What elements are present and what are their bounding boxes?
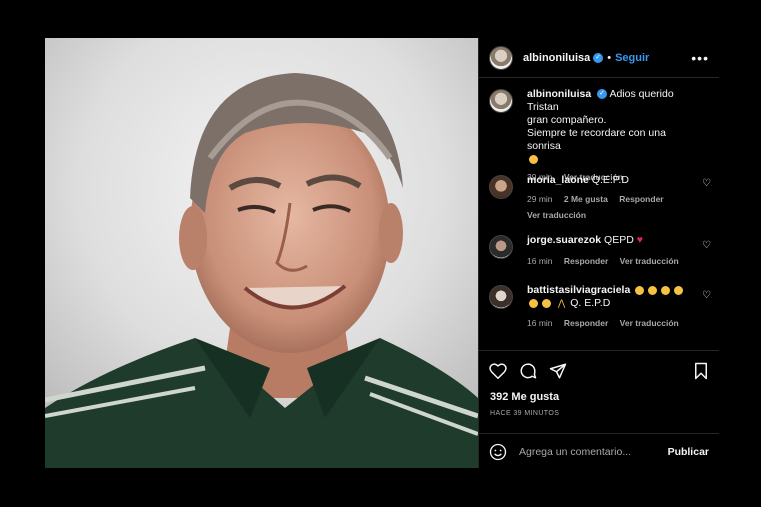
comment-username[interactable]: moria_laone: [527, 174, 589, 186]
comment-translate-link[interactable]: Ver traducción: [620, 256, 679, 266]
comment-time: 16 min: [527, 318, 553, 328]
sad-emoji-icon: [661, 285, 671, 295]
sad-emoji-icon: [635, 285, 645, 295]
share-icon[interactable]: [549, 362, 567, 380]
like-comment-heart-icon[interactable]: ♡: [702, 240, 711, 251]
comment-icon[interactable]: [519, 362, 537, 380]
separator-dot: •: [607, 51, 612, 64]
comment-text: Q. E.P.D: [570, 297, 611, 309]
verified-icon: ✓: [593, 52, 604, 63]
comment-time: 16 min: [527, 256, 553, 266]
comment-text: QEPD: [604, 234, 634, 246]
author-username[interactable]: albinoniluisa: [523, 52, 590, 64]
commenter-avatar[interactable]: [489, 175, 513, 199]
comment-item: jorge.suarezok QEPD ♥ 16 min Responder V…: [479, 234, 719, 268]
post-photo[interactable]: [45, 38, 478, 468]
caption-line-3: Siempre te recordare con una sonrisa: [527, 127, 666, 152]
verified-icon: ✓: [597, 89, 608, 100]
comment-likes[interactable]: 2 Me gusta: [564, 194, 608, 204]
comment-item: battistasilviagraciela ⋀ Q. E.P.D 16 min…: [479, 284, 719, 330]
smile-emoji-icon: [529, 154, 538, 164]
comment-translate-link[interactable]: Ver traducción: [620, 318, 679, 328]
caption-username[interactable]: albinoniluisa: [527, 88, 591, 100]
reply-button[interactable]: Responder: [564, 256, 608, 266]
sad-emoji-icon: [674, 285, 684, 295]
comment-username[interactable]: jorge.suarezok: [527, 234, 601, 246]
post-header: albinoniluisa ✓ • Seguir •••: [479, 38, 719, 78]
commenter-avatar[interactable]: [489, 235, 513, 259]
add-comment-bar: Publicar: [479, 433, 719, 469]
sad-emoji-icon: [529, 298, 538, 308]
heart-icon[interactable]: [489, 363, 507, 379]
likes-count[interactable]: 392 Me gusta: [490, 391, 559, 403]
like-comment-heart-icon[interactable]: ♡: [702, 178, 711, 189]
reply-button[interactable]: Responder: [619, 194, 663, 204]
comment-input[interactable]: [517, 444, 661, 459]
post-modal: albinoniluisa ✓ • Seguir ••• albinonilui…: [45, 38, 719, 468]
action-bar: [479, 350, 719, 391]
bookmark-icon[interactable]: [693, 362, 709, 380]
praying-hands-icon: ⋀: [557, 298, 566, 308]
post-panel: albinoniluisa ✓ • Seguir ••• albinonilui…: [478, 38, 719, 468]
like-comment-heart-icon[interactable]: ♡: [702, 290, 711, 301]
caption-line-2: gran compañero.: [527, 114, 607, 126]
sad-emoji-icon: [542, 298, 551, 308]
author-avatar[interactable]: [489, 45, 513, 70]
comment-item: moria_laone Q.E.P.D 29 min 2 Me gusta Re…: [479, 174, 719, 222]
red-heart-emoji-icon: ♥: [636, 234, 643, 246]
caption: albinoniluisa ✓ Adios querido Tristan gr…: [479, 88, 719, 184]
post-timestamp: HACE 39 MINUTOS: [490, 410, 560, 417]
comment-username[interactable]: battistasilviagraciela: [527, 284, 630, 296]
comments-list[interactable]: albinoniluisa ✓ Adios querido Tristan gr…: [479, 78, 719, 350]
publish-button[interactable]: Publicar: [668, 446, 709, 458]
comment-text: Q.E.P.D: [591, 174, 629, 186]
commenter-avatar[interactable]: [489, 285, 513, 309]
author-avatar[interactable]: [489, 89, 513, 113]
more-icon[interactable]: •••: [691, 50, 709, 66]
follow-button[interactable]: Seguir: [615, 52, 649, 64]
portrait-image: [45, 38, 478, 468]
emoji-icon[interactable]: [489, 443, 507, 461]
reply-button[interactable]: Responder: [564, 318, 608, 328]
comment-time: 29 min: [527, 194, 553, 204]
comment-translate-link[interactable]: Ver traducción: [527, 210, 586, 220]
sad-emoji-icon: [648, 285, 658, 295]
